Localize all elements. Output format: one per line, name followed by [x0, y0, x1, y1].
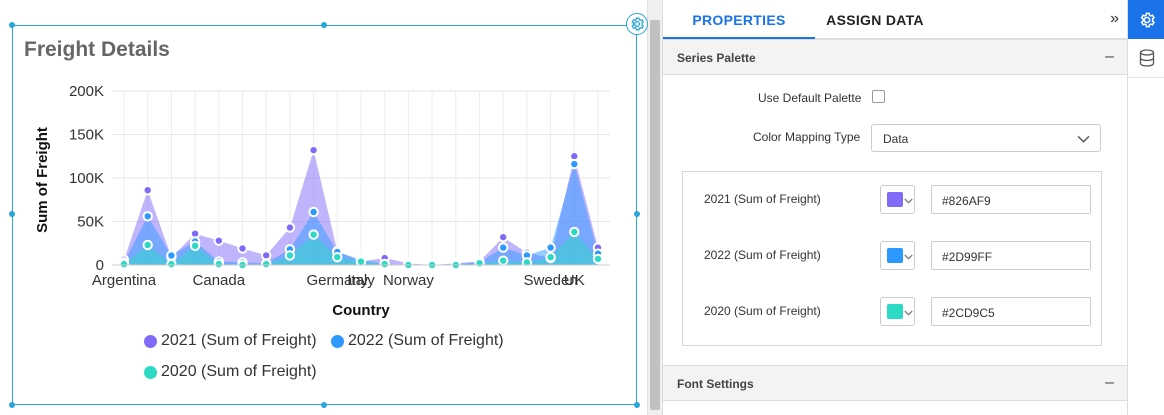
legend-marker — [144, 365, 157, 379]
data-point — [474, 258, 485, 269]
x-tick-label: UK — [564, 272, 585, 289]
collapse-panel-button[interactable]: » — [1110, 10, 1119, 28]
color-mapping-type-dropdown[interactable]: Data — [871, 124, 1101, 152]
data-point — [308, 206, 319, 218]
data-point — [189, 240, 201, 252]
chevron-down-icon — [904, 254, 913, 260]
data-point — [284, 250, 296, 261]
scrollbar-thumb[interactable] — [650, 20, 660, 410]
designer-canvas[interactable]: Freight Details 0 50K 100K 150K 200K Argentin… — [0, 0, 648, 415]
color-picker-2021[interactable] — [880, 185, 915, 214]
x-tick-label: Canada — [193, 272, 246, 289]
database-icon — [1139, 49, 1154, 67]
y-tick-label: 100K — [69, 170, 104, 187]
legend-item-2022[interactable]: 2022 (Sum of Freight) — [331, 332, 504, 350]
color-picker-2020[interactable] — [880, 297, 915, 326]
legend-item-2021[interactable]: 2021 (Sum of Freight) — [144, 332, 317, 350]
color-picker-2022[interactable] — [880, 241, 915, 270]
use-default-palette-label: Use Default Palette — [758, 91, 862, 105]
collapse-section-icon[interactable]: – — [1105, 374, 1114, 392]
freight-area-chart: 050K100K150K200KArgentina Canada GermanyIt… — [34, 83, 610, 319]
data-point — [498, 242, 509, 253]
section-title: Series Palette — [677, 51, 756, 65]
y-tick-label: 200K — [69, 83, 104, 100]
data-point — [308, 144, 319, 156]
series-color-label: 2020 (Sum of Freight) — [704, 304, 821, 318]
tab-assign-data[interactable]: ASSIGN DATA — [815, 0, 935, 39]
hex-color-input-2021[interactable]: #826AF9 — [931, 185, 1091, 214]
panel-tabs: PROPERTIES ASSIGN DATA » — [663, 0, 1127, 39]
data-point — [213, 258, 225, 270]
color-swatch — [887, 192, 903, 207]
data-point — [142, 211, 153, 222]
data-point — [237, 243, 248, 254]
data-point — [332, 251, 343, 263]
x-axis-title: Country — [332, 302, 390, 319]
legend-marker — [144, 334, 157, 348]
series-palette-header[interactable]: Series Palette – — [663, 39, 1128, 75]
font-settings-header[interactable]: Font Settings – — [663, 365, 1128, 401]
collapse-section-icon[interactable]: – — [1105, 48, 1114, 66]
data-point — [118, 258, 130, 270]
data-point — [308, 229, 319, 240]
series-color-list: 2021 (Sum of Freight) #826AF9 2022 (Sum … — [682, 171, 1102, 346]
chevron-down-icon — [1077, 135, 1090, 143]
properties-panel: PROPERTIES ASSIGN DATA » Series Palette … — [662, 0, 1128, 415]
legend-marker — [331, 334, 344, 348]
data-point — [261, 258, 272, 270]
data-point — [142, 239, 153, 251]
data-point — [545, 251, 556, 263]
data-point — [213, 235, 225, 246]
color-swatch — [887, 248, 903, 263]
tab-properties[interactable]: PROPERTIES — [663, 0, 815, 39]
data-point — [569, 158, 580, 170]
data-point — [166, 250, 177, 261]
data-point — [498, 255, 509, 266]
use-default-palette-checkbox[interactable] — [872, 90, 885, 103]
legend-item-2020[interactable]: 2020 (Sum of Freight) — [144, 363, 317, 381]
assign-data-rail-button[interactable] — [1128, 39, 1164, 78]
x-tick-label: Argentina — [92, 272, 157, 289]
data-point — [379, 258, 390, 270]
data-point — [284, 222, 296, 233]
panel-icon-rail — [1127, 0, 1164, 415]
legend-label: 2022 (Sum of Freight) — [348, 332, 504, 349]
data-point — [142, 184, 153, 196]
legend-label: 2020 (Sum of Freight) — [161, 363, 317, 380]
dropdown-value: Data — [883, 132, 909, 146]
properties-rail-button[interactable] — [1128, 0, 1164, 39]
canvas-scrollbar[interactable] — [648, 0, 662, 415]
section-title: Font Settings — [677, 377, 754, 391]
chevron-down-icon — [904, 310, 913, 316]
hex-color-input-2020[interactable]: #2CD9C5 — [931, 297, 1091, 326]
y-tick-label: 150K — [69, 127, 104, 144]
color-swatch — [887, 304, 903, 319]
hex-color-input-2022[interactable]: #2D99FF — [931, 241, 1091, 270]
legend-label: 2021 (Sum of Freight) — [161, 332, 317, 349]
y-tick-label: 50K — [77, 214, 104, 231]
chevron-down-icon — [904, 198, 913, 204]
data-point — [498, 231, 509, 243]
gear-icon — [1140, 12, 1155, 27]
color-mapping-type-label: Color Mapping Type — [753, 130, 861, 144]
data-point — [569, 226, 580, 238]
x-tick-label: Italy — [347, 272, 375, 289]
data-point — [355, 256, 367, 267]
data-point — [166, 258, 177, 270]
y-axis-title: Sum of Freight — [34, 127, 51, 233]
series-color-label: 2022 (Sum of Freight) — [704, 248, 821, 262]
x-tick-label: Norway — [383, 272, 434, 289]
data-point — [592, 253, 604, 265]
data-point — [545, 242, 556, 253]
series-color-label: 2021 (Sum of Freight) — [704, 192, 821, 206]
